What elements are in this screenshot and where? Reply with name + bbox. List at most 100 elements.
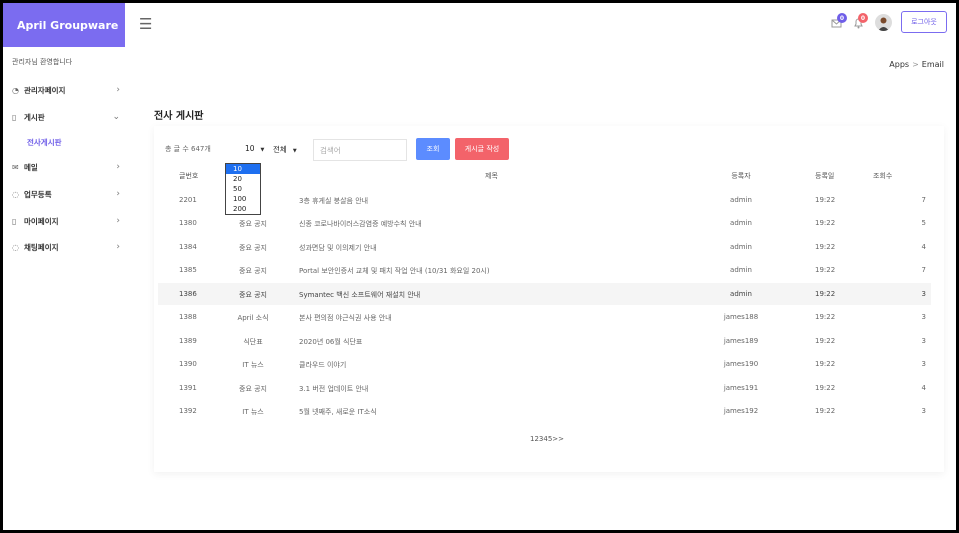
- sidebar-item-admin[interactable]: ◔ 관리자페이지 ›: [12, 83, 120, 97]
- cell-category: 식단표: [243, 338, 263, 346]
- cell-author: admin: [730, 243, 752, 251]
- pagination[interactable]: 12345>>: [530, 435, 564, 443]
- app-window: April Groupware 관리자님 환영합니다 ◔ 관리자페이지 › ▯ …: [3, 3, 956, 530]
- cell-views: 3: [921, 407, 926, 415]
- cell-date: 19:22: [815, 266, 836, 274]
- category-select[interactable]: 전체 ▼: [273, 144, 297, 155]
- breadcrumb-separator: >: [912, 60, 919, 69]
- cell-category: IT 뉴스: [242, 408, 264, 416]
- cell-title[interactable]: Symantec 백신 소프트웨어 재설치 안내: [299, 290, 420, 300]
- admin-icon: ◔: [12, 85, 19, 95]
- sidebar-item-label: 메일: [24, 162, 38, 172]
- cell-category: 중요 공지: [239, 220, 267, 228]
- page-size-select[interactable]: 10 ▼: [245, 144, 264, 153]
- sidebar-item-mypage[interactable]: ▯ 마이페이지 ›: [12, 214, 120, 228]
- breadcrumb-current: Email: [921, 60, 944, 69]
- cell-date: 19:22: [815, 243, 836, 251]
- cell-author: admin: [730, 219, 752, 227]
- col-header-author: 등록자: [731, 172, 751, 180]
- cell-author: james188: [723, 313, 759, 321]
- cell-category: 중요 공지: [239, 291, 267, 299]
- page-size-dropdown[interactable]: 10 20 50 100 200: [225, 163, 261, 215]
- cell-date: 19:22: [815, 290, 836, 298]
- search-input[interactable]: [313, 139, 407, 161]
- page-size-option[interactable]: 20: [226, 174, 260, 184]
- cell-category: IT 뉴스: [242, 361, 264, 369]
- cell-author: admin: [730, 290, 752, 298]
- cell-category: April 소식: [237, 314, 269, 322]
- cell-date: 19:22: [815, 219, 836, 227]
- cell-author: admin: [730, 266, 752, 274]
- write-post-button[interactable]: 게시글 작성: [455, 138, 509, 160]
- chevron-right-icon: ›: [116, 189, 120, 199]
- total-count: 총 글 수 647개: [165, 145, 211, 153]
- page-size-option-selected[interactable]: 10: [226, 164, 260, 174]
- cell-views: 3: [921, 360, 926, 368]
- cell-author: admin: [730, 196, 752, 204]
- cell-views: 4: [921, 243, 926, 251]
- mail-badge: 0: [837, 13, 847, 23]
- cell-no: 1392: [179, 407, 197, 415]
- cell-title[interactable]: 본사 편의점 야근식권 사용 안내: [299, 313, 392, 323]
- chevron-right-icon: ›: [116, 162, 120, 172]
- cell-no: 1386: [179, 290, 197, 298]
- chat-icon: ◌: [12, 242, 19, 252]
- alert-badge: 0: [858, 13, 868, 23]
- cell-date: 19:22: [815, 196, 836, 204]
- col-header-no: 글번호: [179, 172, 199, 180]
- user-avatar[interactable]: [875, 14, 892, 31]
- chevron-right-icon: ›: [116, 242, 120, 252]
- cell-author: james190: [723, 360, 759, 368]
- cell-no: 1389: [179, 337, 197, 345]
- cell-title[interactable]: 3.1 버전 업데이트 안내: [299, 384, 368, 394]
- brand-logo[interactable]: April Groupware: [3, 3, 125, 47]
- sidebar-item-tasks[interactable]: ◌ 업무등록 ›: [12, 187, 120, 201]
- cell-title[interactable]: 3층 휴게실 붕살음 안내: [299, 196, 368, 206]
- cell-title[interactable]: 신종 코로나바이러스감염증 예방수칙 안내: [299, 219, 422, 229]
- sidebar-item-mail[interactable]: ✉ 메일 ›: [12, 160, 120, 174]
- logout-button[interactable]: 로그아웃: [901, 11, 947, 33]
- cell-date: 19:22: [815, 360, 836, 368]
- page-size-option[interactable]: 100: [226, 194, 260, 204]
- cell-author: james191: [723, 384, 759, 392]
- category-value: 전체: [273, 145, 287, 154]
- avatar-icon: [878, 17, 889, 31]
- sidebar-subitem-company-board[interactable]: 전사게시판: [27, 137, 62, 148]
- page-title: 전사 게시판: [154, 111, 204, 122]
- page-size-option[interactable]: 50: [226, 184, 260, 194]
- cell-no: 2201: [179, 196, 197, 204]
- page-size-option[interactable]: 200: [226, 204, 260, 214]
- cell-date: 19:22: [815, 313, 836, 321]
- page-size-value: 10: [245, 144, 255, 153]
- sidebar-item-label: 채팅페이지: [24, 242, 59, 252]
- cell-views: 7: [921, 266, 926, 274]
- cell-category: 중요 공지: [239, 244, 267, 252]
- chevron-right-icon: ›: [116, 85, 120, 95]
- col-header-date: 등록일: [815, 172, 835, 180]
- cell-no: 1391: [179, 384, 197, 392]
- menu-toggle-icon[interactable]: ☰: [139, 15, 152, 33]
- chevron-down-icon: ⌄: [112, 112, 120, 122]
- cell-views: 3: [921, 313, 926, 321]
- select-arrow-icon: ▼: [260, 147, 265, 153]
- cell-title[interactable]: 2020년 06월 식단표: [299, 337, 362, 347]
- sidebar-item-label: 업무등록: [24, 189, 52, 199]
- cell-title[interactable]: 클라우드 이야기: [299, 360, 346, 370]
- sidebar-item-label: 마이페이지: [24, 216, 59, 226]
- col-header-views: 조회수: [873, 172, 893, 180]
- breadcrumb-apps[interactable]: Apps: [889, 60, 909, 69]
- breadcrumb: Apps > Email: [889, 60, 944, 69]
- cell-views: 4: [921, 384, 926, 392]
- cell-title[interactable]: Portal 보안인증서 교체 및 패치 작업 안내 (10/31 화요일 20…: [299, 266, 490, 276]
- search-button[interactable]: 조회: [416, 138, 450, 160]
- cell-views: 5: [921, 219, 926, 227]
- sidebar-item-board[interactable]: ▯ 게시판 ⌄: [12, 110, 120, 124]
- cell-views: 3: [921, 337, 926, 345]
- mail-icon: ✉: [12, 162, 19, 172]
- cell-no: 1390: [179, 360, 197, 368]
- cell-title[interactable]: 5월 넷째주, 새로운 IT소식: [299, 407, 377, 417]
- cell-no: 1388: [179, 313, 197, 321]
- sidebar-item-chat[interactable]: ◌ 채팅페이지 ›: [12, 240, 120, 254]
- col-header-title: 제목: [485, 172, 498, 180]
- cell-title[interactable]: 성과면담 및 이의제기 안내: [299, 243, 377, 253]
